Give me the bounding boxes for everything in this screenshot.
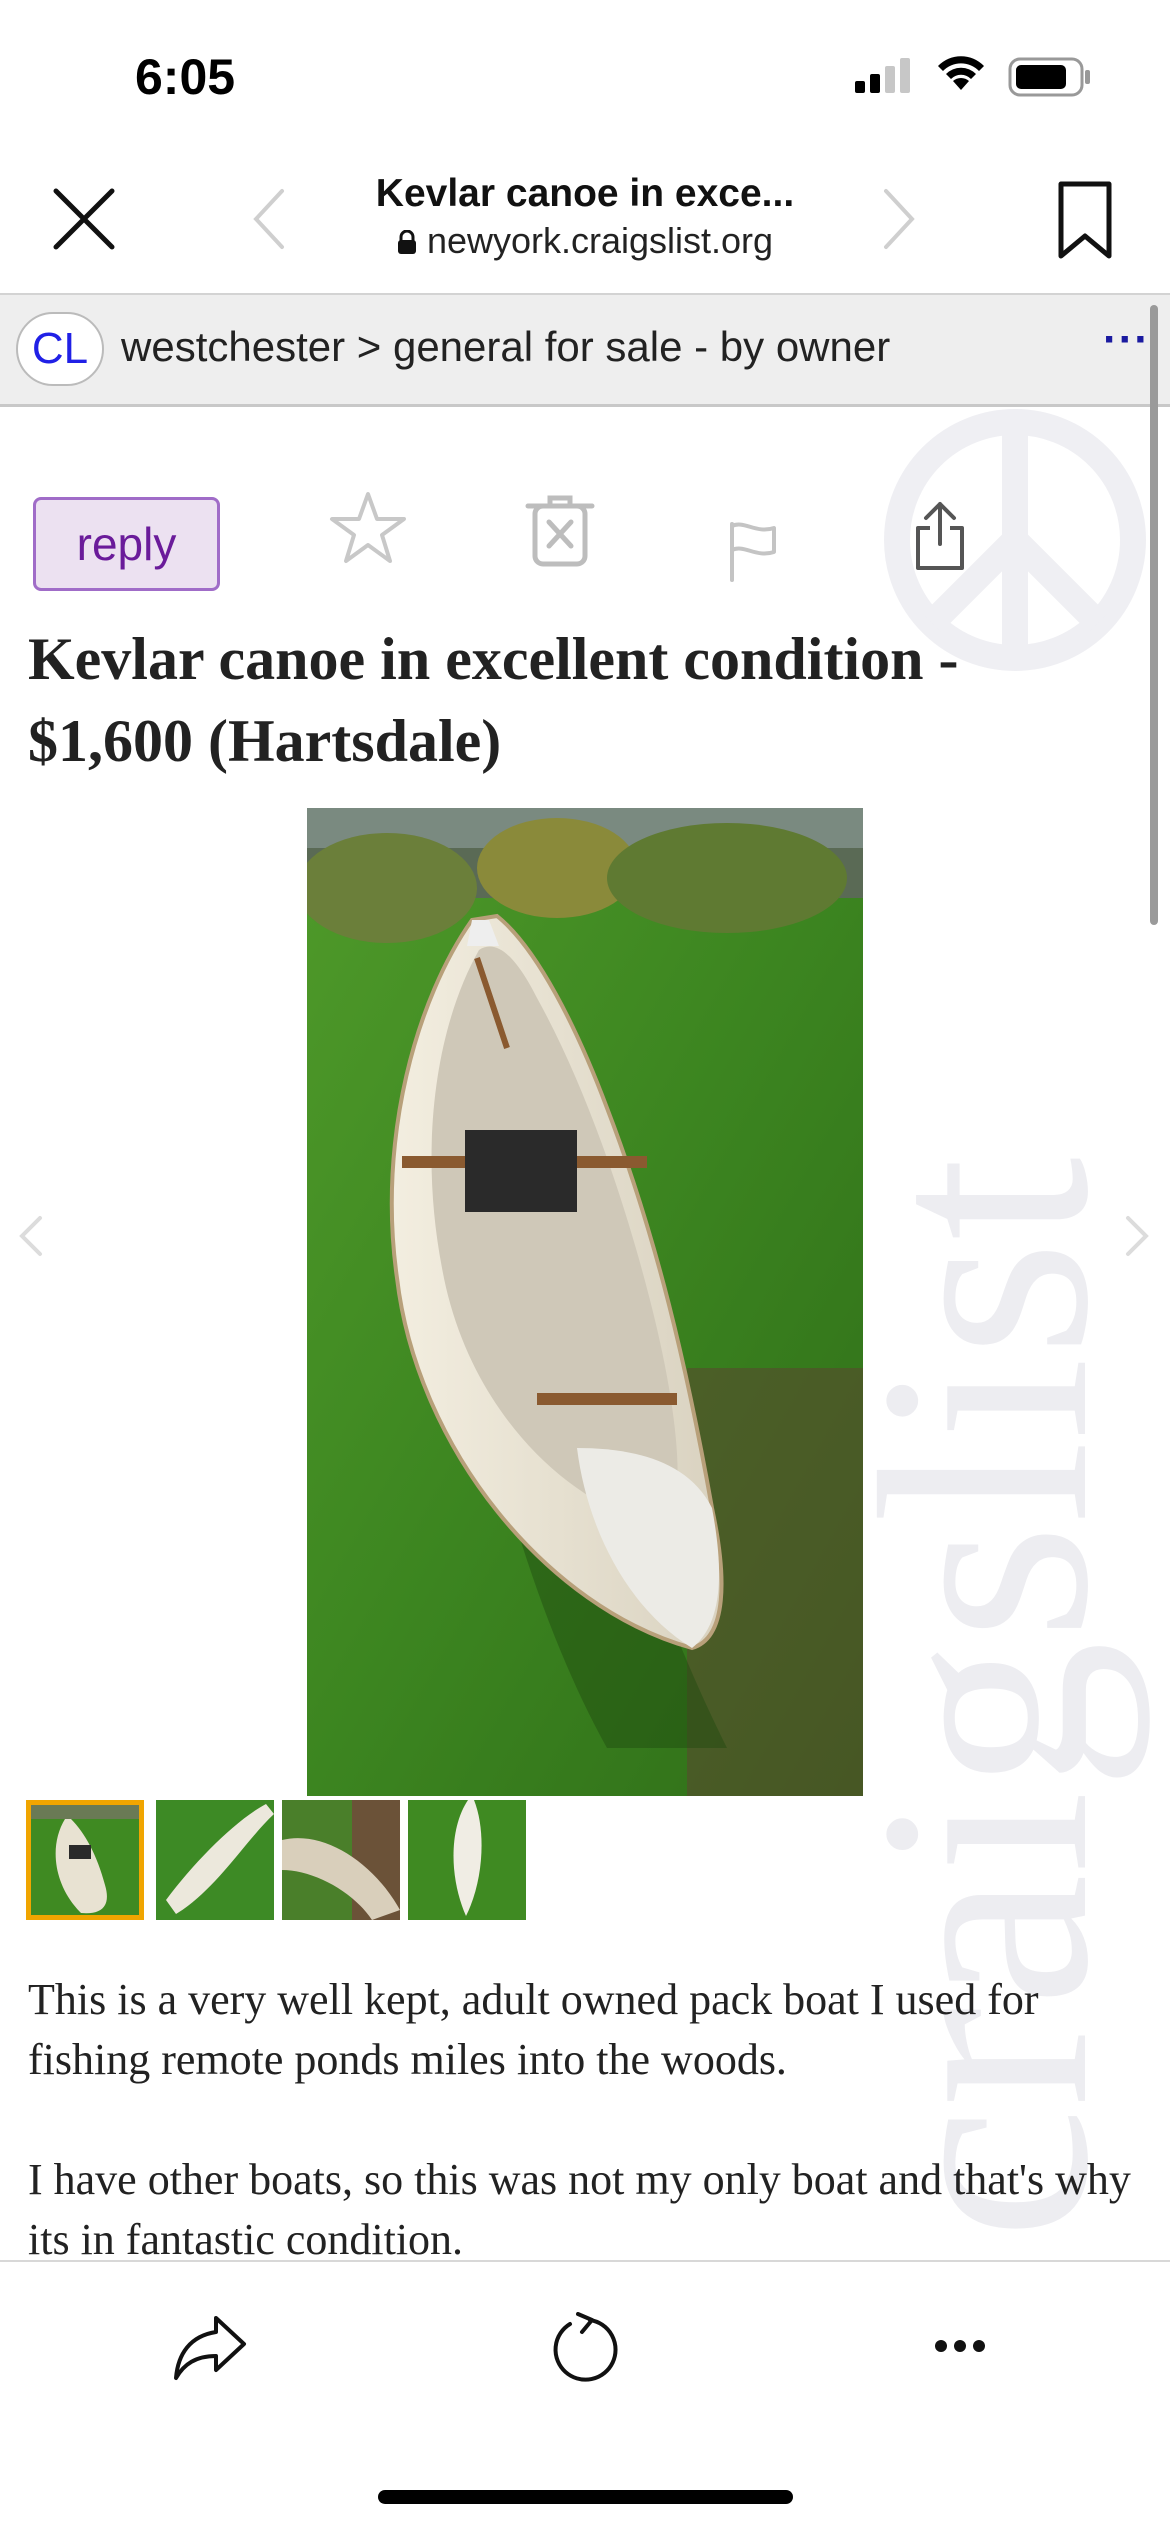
thumbnail-2[interactable]	[156, 1800, 274, 1920]
next-image-arrow-icon[interactable]	[1122, 1212, 1152, 1260]
canoe-photo	[307, 808, 863, 1796]
status-time: 6:05	[135, 49, 236, 105]
status-bar: 6:05	[0, 0, 1170, 150]
thumbnail-1[interactable]	[26, 1800, 144, 1920]
home-indicator[interactable]	[378, 2490, 793, 2504]
reply-button[interactable]: reply	[33, 497, 220, 591]
battery-icon	[1008, 57, 1090, 97]
share-icon[interactable]	[912, 500, 968, 572]
wifi-icon	[938, 56, 984, 90]
close-icon[interactable]	[50, 185, 118, 253]
craigslist-logo[interactable]: CL	[16, 312, 104, 386]
url-text: newyork.craigslist.org	[426, 220, 774, 261]
browser-nav-bar: Kevlar canoe in exce... newyork.craigsli…	[0, 150, 1170, 295]
hide-trash-icon[interactable]	[522, 492, 598, 568]
more-menu-icon[interactable]: ···	[1103, 315, 1150, 365]
listing-main-photo[interactable]	[307, 808, 863, 1796]
forward-chevron-icon[interactable]	[876, 185, 920, 253]
description-paragraph: This is a very well kept, adult owned pa…	[28, 1975, 1039, 2084]
favorite-star-icon[interactable]	[328, 490, 408, 566]
scrollbar[interactable]	[1150, 305, 1158, 925]
url-display[interactable]: newyork.craigslist.org	[330, 220, 840, 262]
listing-title: Kevlar canoe in excellent condition - $1…	[28, 626, 959, 774]
page-title: Kevlar canoe in exce...	[375, 172, 795, 215]
breadcrumb-bar: CL westchester > general for sale - by o…	[0, 295, 1170, 407]
more-options-icon[interactable]	[934, 2338, 986, 2354]
flag-icon[interactable]	[726, 520, 780, 582]
bookmark-icon[interactable]	[1055, 180, 1115, 260]
lock-icon	[397, 230, 416, 254]
listing-description: This is a very well kept, adult owned pa…	[28, 1970, 1148, 2260]
previous-image-arrow-icon[interactable]	[16, 1212, 46, 1260]
share-forward-icon[interactable]	[172, 2312, 250, 2382]
thumbnail-3[interactable]	[282, 1800, 400, 1920]
reload-icon[interactable]	[548, 2312, 620, 2384]
description-paragraph: I have other boats, so this was not my o…	[28, 2155, 1131, 2260]
thumbnail-4[interactable]	[408, 1800, 526, 1920]
breadcrumb[interactable]: westchester > general for sale - by owne…	[121, 323, 890, 371]
back-chevron-icon[interactable]	[248, 185, 292, 253]
cellular-signal-icon	[855, 58, 910, 93]
